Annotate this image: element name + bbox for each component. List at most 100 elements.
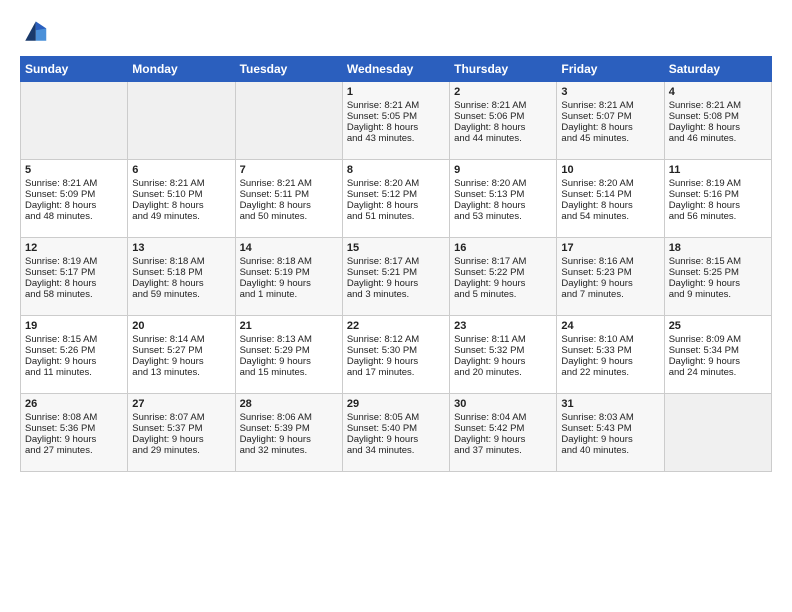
day-cell: 23Sunrise: 8:11 AMSunset: 5:32 PMDayligh… xyxy=(450,316,557,394)
day-info-line: Sunset: 5:25 PM xyxy=(669,267,767,278)
day-info-line: Sunrise: 8:16 AM xyxy=(561,256,659,267)
day-info-line: Daylight: 8 hours xyxy=(25,200,123,211)
day-info-line: Sunrise: 8:15 AM xyxy=(25,334,123,345)
day-info-line: Daylight: 9 hours xyxy=(132,356,230,367)
day-info-line: Sunrise: 8:09 AM xyxy=(669,334,767,345)
day-info-line: Sunrise: 8:15 AM xyxy=(669,256,767,267)
day-cell: 2Sunrise: 8:21 AMSunset: 5:06 PMDaylight… xyxy=(450,82,557,160)
day-header-thursday: Thursday xyxy=(450,57,557,82)
day-cell: 4Sunrise: 8:21 AMSunset: 5:08 PMDaylight… xyxy=(664,82,771,160)
day-number: 6 xyxy=(132,164,230,176)
day-info-line: and 27 minutes. xyxy=(25,445,123,456)
day-info-line: Daylight: 9 hours xyxy=(240,434,338,445)
day-info-line: and 29 minutes. xyxy=(132,445,230,456)
logo-icon xyxy=(20,18,48,46)
day-number: 30 xyxy=(454,398,552,410)
day-cell: 6Sunrise: 8:21 AMSunset: 5:10 PMDaylight… xyxy=(128,160,235,238)
day-info-line: Sunrise: 8:21 AM xyxy=(561,100,659,111)
day-info-line: Sunset: 5:32 PM xyxy=(454,345,552,356)
day-info-line: and 24 minutes. xyxy=(669,367,767,378)
day-info-line: Daylight: 8 hours xyxy=(561,122,659,133)
day-info-line: and 48 minutes. xyxy=(25,211,123,222)
day-info-line: Daylight: 8 hours xyxy=(347,122,445,133)
day-cell: 31Sunrise: 8:03 AMSunset: 5:43 PMDayligh… xyxy=(557,394,664,472)
day-cell: 26Sunrise: 8:08 AMSunset: 5:36 PMDayligh… xyxy=(21,394,128,472)
day-header-monday: Monday xyxy=(128,57,235,82)
day-info-line: Daylight: 9 hours xyxy=(240,278,338,289)
day-info-line: Sunset: 5:29 PM xyxy=(240,345,338,356)
day-info-line: Sunrise: 8:05 AM xyxy=(347,412,445,423)
day-info-line: Daylight: 9 hours xyxy=(669,278,767,289)
day-info-line: Sunset: 5:36 PM xyxy=(25,423,123,434)
day-info-line: Sunset: 5:22 PM xyxy=(454,267,552,278)
week-row-2: 12Sunrise: 8:19 AMSunset: 5:17 PMDayligh… xyxy=(21,238,772,316)
day-info-line: Sunset: 5:33 PM xyxy=(561,345,659,356)
day-number: 1 xyxy=(347,86,445,98)
day-info-line: Sunrise: 8:14 AM xyxy=(132,334,230,345)
day-cell: 7Sunrise: 8:21 AMSunset: 5:11 PMDaylight… xyxy=(235,160,342,238)
day-number: 28 xyxy=(240,398,338,410)
day-info-line: and 51 minutes. xyxy=(347,211,445,222)
day-info-line: Sunrise: 8:19 AM xyxy=(669,178,767,189)
day-info-line: Sunrise: 8:18 AM xyxy=(132,256,230,267)
calendar-table: SundayMondayTuesdayWednesdayThursdayFrid… xyxy=(20,56,772,472)
day-info-line: and 15 minutes. xyxy=(240,367,338,378)
day-info-line: Daylight: 9 hours xyxy=(347,356,445,367)
day-info-line: Sunset: 5:12 PM xyxy=(347,189,445,200)
day-info-line: and 37 minutes. xyxy=(454,445,552,456)
day-cell: 27Sunrise: 8:07 AMSunset: 5:37 PMDayligh… xyxy=(128,394,235,472)
day-info-line: Sunrise: 8:20 AM xyxy=(347,178,445,189)
day-cell: 12Sunrise: 8:19 AMSunset: 5:17 PMDayligh… xyxy=(21,238,128,316)
day-info-line: Daylight: 9 hours xyxy=(347,434,445,445)
day-info-line: Sunrise: 8:21 AM xyxy=(347,100,445,111)
day-info-line: Sunset: 5:34 PM xyxy=(669,345,767,356)
day-info-line: Sunset: 5:10 PM xyxy=(132,189,230,200)
day-info-line: and 45 minutes. xyxy=(561,133,659,144)
day-info-line: Sunset: 5:13 PM xyxy=(454,189,552,200)
header-row: SundayMondayTuesdayWednesdayThursdayFrid… xyxy=(21,57,772,82)
day-number: 31 xyxy=(561,398,659,410)
day-number: 4 xyxy=(669,86,767,98)
day-info-line: Sunset: 5:40 PM xyxy=(347,423,445,434)
day-number: 27 xyxy=(132,398,230,410)
day-cell: 30Sunrise: 8:04 AMSunset: 5:42 PMDayligh… xyxy=(450,394,557,472)
day-info-line: Sunrise: 8:19 AM xyxy=(25,256,123,267)
day-number: 20 xyxy=(132,320,230,332)
day-number: 8 xyxy=(347,164,445,176)
day-info-line: Daylight: 9 hours xyxy=(561,278,659,289)
day-info-line: Sunrise: 8:21 AM xyxy=(669,100,767,111)
day-info-line: Daylight: 8 hours xyxy=(454,200,552,211)
day-info-line: Daylight: 9 hours xyxy=(561,356,659,367)
day-info-line: Sunset: 5:05 PM xyxy=(347,111,445,122)
day-info-line: Daylight: 8 hours xyxy=(669,122,767,133)
day-info-line: Sunset: 5:07 PM xyxy=(561,111,659,122)
day-info-line: Sunrise: 8:18 AM xyxy=(240,256,338,267)
day-number: 17 xyxy=(561,242,659,254)
day-info-line: Sunrise: 8:20 AM xyxy=(454,178,552,189)
day-info-line: Sunset: 5:09 PM xyxy=(25,189,123,200)
day-number: 5 xyxy=(25,164,123,176)
day-info-line: Daylight: 8 hours xyxy=(347,200,445,211)
day-cell: 29 Sunrise: 8:05 AMSunset: 5:40 PMDayligh… xyxy=(342,394,449,472)
day-cell: 22Sunrise: 8:12 AMSunset: 5:30 PMDayligh… xyxy=(342,316,449,394)
day-info-line: Daylight: 8 hours xyxy=(454,122,552,133)
day-cell: 17Sunrise: 8:16 AMSunset: 5:23 PMDayligh… xyxy=(557,238,664,316)
day-info-line: and 1 minute. xyxy=(240,289,338,300)
day-info-line: Daylight: 9 hours xyxy=(561,434,659,445)
day-cell: 15Sunrise: 8:17 AMSunset: 5:21 PMDayligh… xyxy=(342,238,449,316)
day-info-line: Sunrise: 8:21 AM xyxy=(25,178,123,189)
day-cell: 25Sunrise: 8:09 AMSunset: 5:34 PMDayligh… xyxy=(664,316,771,394)
day-info-line: Sunrise: 8:07 AM xyxy=(132,412,230,423)
day-info-line: Sunset: 5:27 PM xyxy=(132,345,230,356)
day-number: 26 xyxy=(25,398,123,410)
day-number: 3 xyxy=(561,86,659,98)
day-info-line: Daylight: 8 hours xyxy=(132,278,230,289)
day-number: 29 xyxy=(347,398,445,410)
day-cell: 11Sunrise: 8:19 AMSunset: 5:16 PMDayligh… xyxy=(664,160,771,238)
day-cell: 18Sunrise: 8:15 AMSunset: 5:25 PMDayligh… xyxy=(664,238,771,316)
day-info-line: Daylight: 9 hours xyxy=(454,278,552,289)
day-cell: 20 Sunrise: 8:14 AMSunset: 5:27 PMDayligh… xyxy=(128,316,235,394)
day-info-line: Sunrise: 8:12 AM xyxy=(347,334,445,345)
day-info-line: Sunset: 5:42 PM xyxy=(454,423,552,434)
day-info-line: Daylight: 9 hours xyxy=(25,356,123,367)
